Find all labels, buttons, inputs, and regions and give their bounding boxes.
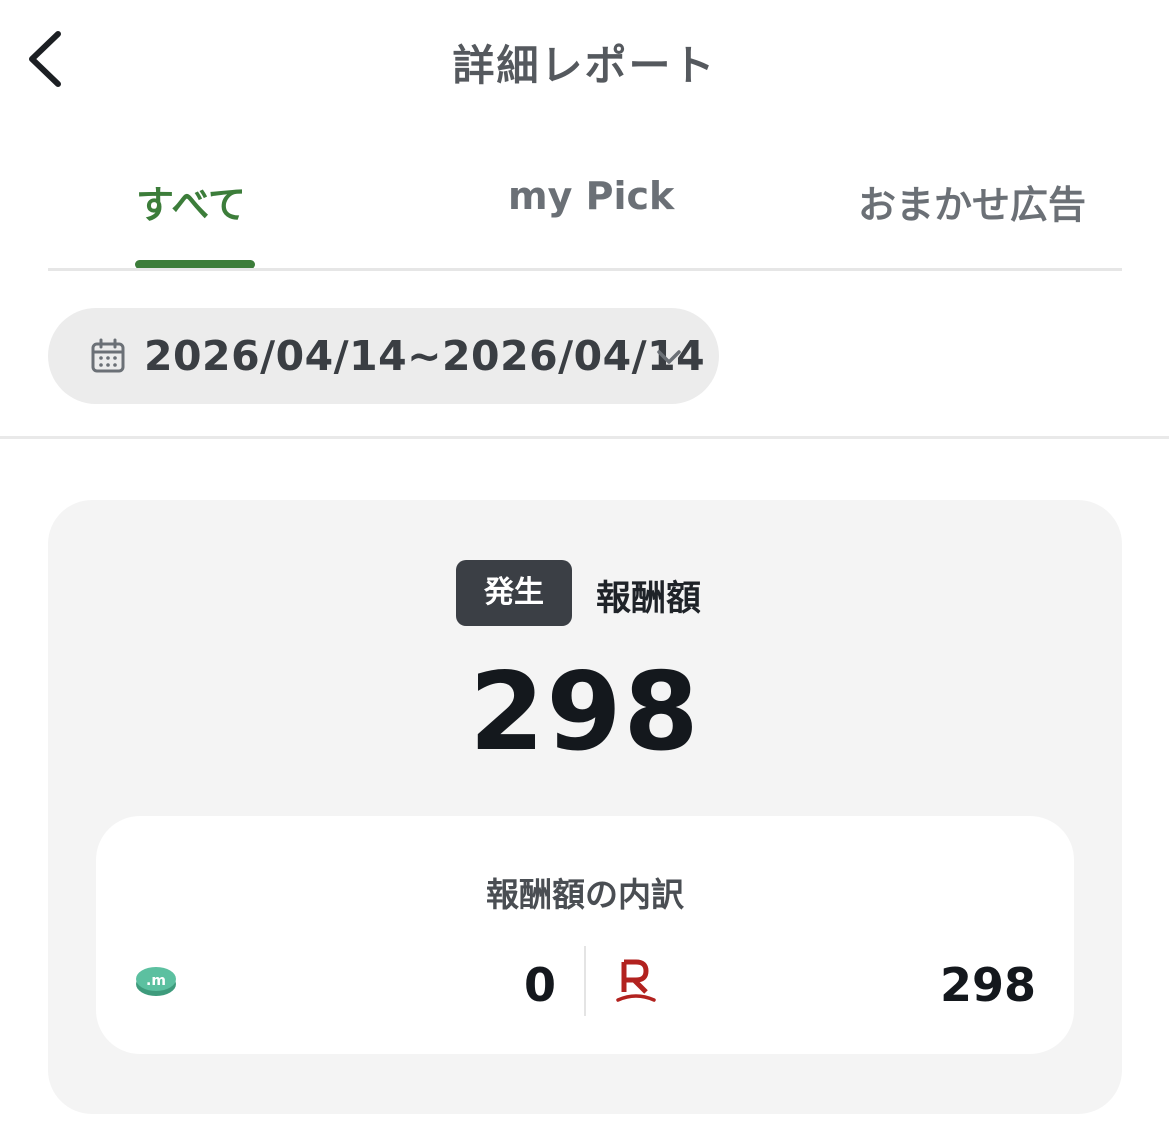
header: 詳細レポート	[0, 0, 1169, 120]
reward-summary-card: 発生 報酬額 298 報酬額の内訳 .m 0 298	[48, 500, 1122, 1114]
tab-all[interactable]: すべて	[136, 174, 246, 229]
rakuten-r-icon	[616, 959, 656, 1002]
breakdown-value-r: 298	[939, 958, 1036, 1012]
breakdown-divider	[584, 946, 586, 1016]
page-title: 詳細レポート	[452, 41, 717, 90]
reward-label: 報酬額	[596, 579, 702, 619]
tabs-divider	[48, 268, 1122, 271]
tab-my-pick[interactable]: my Pick	[508, 174, 674, 218]
breakdown-value-m: 0	[523, 958, 556, 1012]
tab-auto-ads[interactable]: おまかせ広告	[858, 174, 1086, 229]
detail-report-screen: 詳細レポート すべて my Pick おまかせ広告 2026/04/14~202…	[0, 0, 1169, 1125]
chevron-down-icon	[657, 350, 681, 364]
svg-text:.m: .m	[146, 973, 166, 989]
date-range-selector[interactable]: 2026/04/14~2026/04/14	[48, 308, 719, 404]
breakdown-title: 報酬額の内訳	[486, 875, 684, 914]
m-coin-icon: .m	[136, 967, 176, 996]
section-divider	[0, 436, 1169, 439]
date-range-text: 2026/04/14~2026/04/14	[144, 332, 706, 380]
total-reward-amount: 298	[469, 650, 701, 775]
status-badge: 発生	[456, 560, 572, 626]
calendar-icon	[91, 338, 125, 373]
reward-breakdown-card: 報酬額の内訳 .m 0 298	[96, 816, 1074, 1054]
